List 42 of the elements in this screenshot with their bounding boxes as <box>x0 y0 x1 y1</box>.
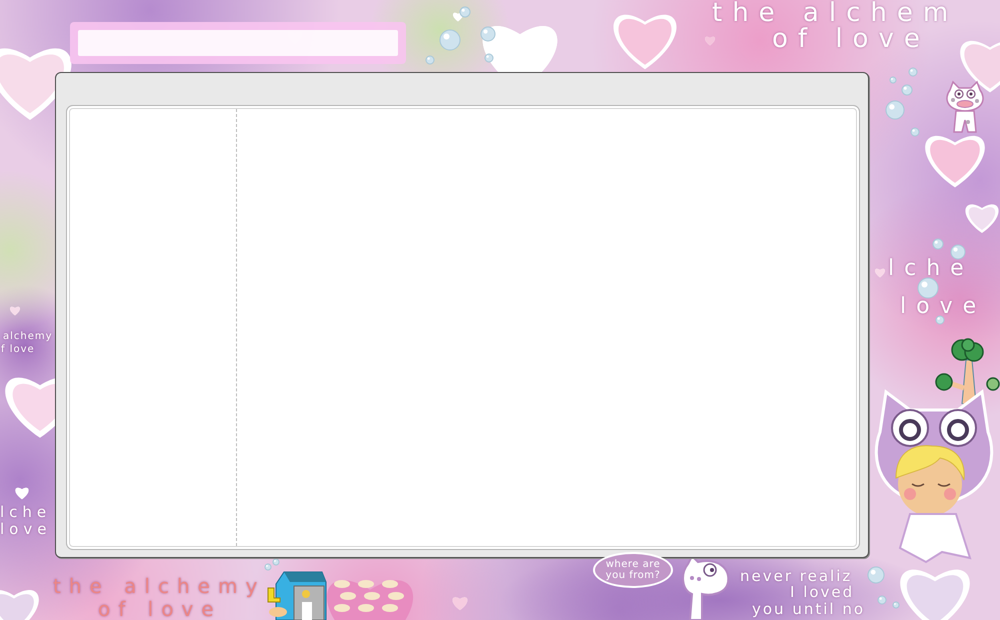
water-drop-icon <box>886 100 904 120</box>
heart-icon <box>327 580 413 620</box>
wallpaper-text: the alchem <box>712 0 958 26</box>
cat-drawing <box>944 80 986 136</box>
water-drop-icon <box>892 602 900 608</box>
speech-bubble: where are you from? <box>593 552 673 588</box>
heart-icon <box>705 36 715 46</box>
house-drawing <box>266 570 328 620</box>
water-drop-icon <box>484 54 494 62</box>
water-drop-icon <box>902 84 912 96</box>
input-field[interactable] <box>70 22 406 64</box>
water-drop-icon <box>936 316 944 324</box>
wallpaper-text: of love <box>772 26 930 52</box>
wallpaper-text: of love <box>98 599 222 619</box>
water-drop-icon <box>460 6 470 18</box>
heart-icon <box>966 204 998 233</box>
wallpaper-text: lche <box>0 505 52 520</box>
heart-icon <box>614 14 676 70</box>
heart-icon <box>15 488 29 500</box>
wallpaper-text: love <box>0 522 52 537</box>
wallpaper-text: never realiz <box>740 569 852 584</box>
heart-icon <box>10 306 20 316</box>
wallpaper-text: I loved <box>790 585 854 600</box>
heart-icon <box>925 136 985 188</box>
wallpaper-text: lche <box>888 258 974 280</box>
wallpaper-text: love <box>900 296 986 318</box>
water-drop-icon <box>440 30 460 50</box>
water-drop-icon <box>426 56 434 64</box>
wallpaper-text: f love <box>1 345 35 355</box>
wallpaper-text: the alchemy <box>53 576 266 596</box>
water-drop-icon <box>878 596 886 604</box>
water-drop-icon <box>868 566 884 584</box>
heart-icon <box>452 597 468 610</box>
water-drop-icon <box>480 26 496 42</box>
water-drop-icon <box>910 128 920 136</box>
heart-icon <box>875 268 885 278</box>
water-drop-icon <box>890 76 896 84</box>
wallpaper-text: you until no <box>752 602 866 617</box>
water-drop-icon <box>932 238 944 250</box>
water-drop-icon <box>950 244 966 260</box>
wallpaper-text: alchemy <box>3 332 53 342</box>
water-drop-icon <box>908 68 918 76</box>
